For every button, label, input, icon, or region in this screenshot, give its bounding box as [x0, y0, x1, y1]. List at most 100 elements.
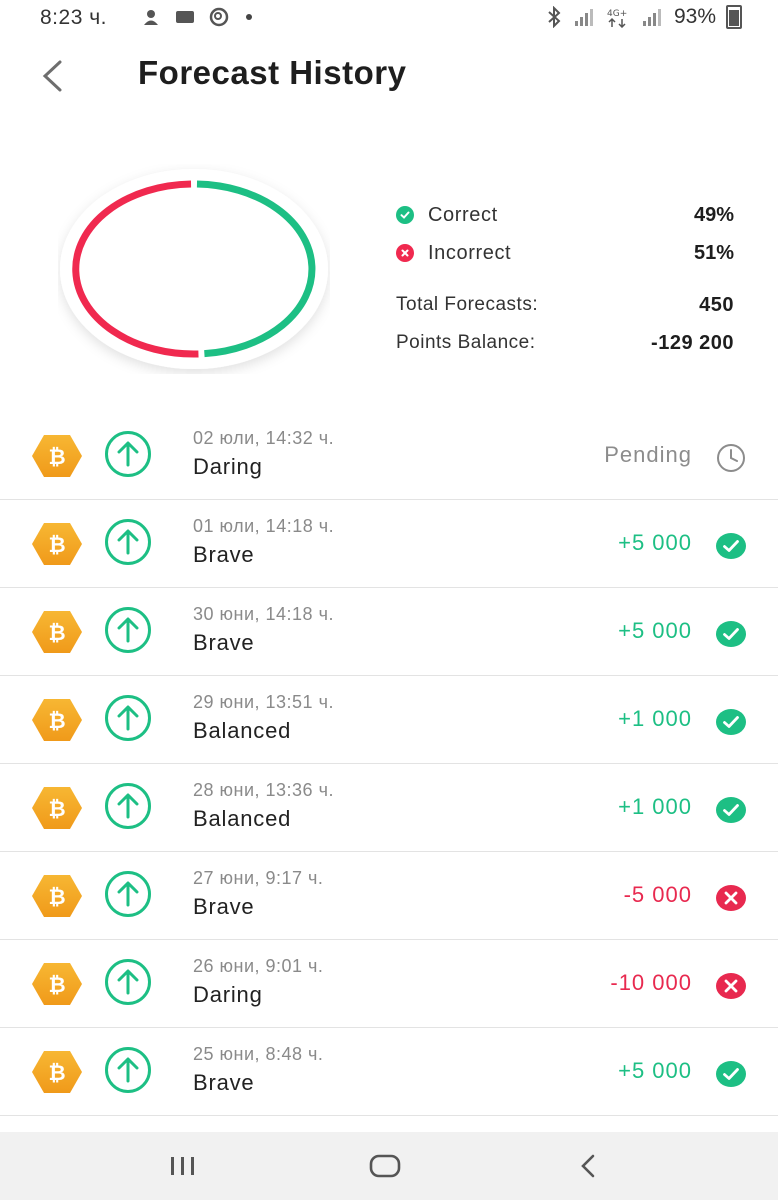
forecast-date: 02 юли, 14:32 ч. [193, 428, 335, 448]
forecast-level: Brave [193, 894, 255, 919]
app-header: Forecast History [0, 40, 778, 110]
battery-percent: 93% [673, 5, 716, 28]
forecast-date: 29 юни, 13:51 ч. [193, 692, 334, 712]
system-indicators: 4G+ 93% [544, 5, 742, 29]
total-forecasts-label: Total Forecasts: [396, 294, 539, 315]
legend-correct-value: 49% [693, 203, 734, 226]
back-arrow-icon [581, 1154, 595, 1178]
back-button[interactable] [30, 54, 74, 98]
forecast-date: 01 юли, 14:18 ч. [193, 516, 335, 536]
system-back-button[interactable] [568, 1148, 608, 1184]
forecast-summary: Correct 49% Incorrect 51% Total Forecast… [396, 196, 734, 362]
bluetooth-icon [548, 6, 561, 28]
forecast-date: 30 юни, 14:18 ч. [193, 604, 334, 624]
arrow-up-icon [105, 695, 151, 741]
svg-text:₿: ₿ [48, 797, 65, 821]
forecast-amount: +5 000 [618, 618, 692, 643]
check-circle-icon [716, 1061, 746, 1087]
bitcoin-coin-icon: ₿ [32, 435, 82, 477]
status-bar: 8:23 ч. 4G+ 93% [0, 0, 778, 36]
svg-text:₿: ₿ [48, 621, 65, 645]
forecast-amount: -5 000 [623, 882, 692, 907]
notification-search-icon [209, 7, 229, 27]
system-navigation-bar [0, 1132, 778, 1200]
forecast-row[interactable]: ₿ 26 юни, 9:01 ч. Daring -10 000 [0, 940, 778, 1028]
forecast-level: Brave [193, 1070, 255, 1095]
total-forecasts-row: Total Forecasts: 450 [396, 286, 734, 324]
legend-incorrect-label: Incorrect [428, 241, 512, 264]
points-balance-row: Points Balance: -129 200 [396, 324, 734, 362]
check-circle-icon [716, 797, 746, 823]
x-circle-icon [716, 973, 746, 999]
more-notifications-dot [246, 14, 252, 20]
forecast-amount: +1 000 [618, 706, 692, 731]
accuracy-donut-chart [58, 164, 330, 374]
check-circle-icon [396, 206, 414, 224]
forecast-row[interactable]: ₿ 02 юли, 14:32 ч. Daring Pending [0, 412, 778, 500]
points-balance-value: -129 200 [651, 331, 734, 354]
arrow-up-icon [105, 959, 151, 1005]
svg-text:₿: ₿ [48, 1061, 65, 1085]
signal-icon [574, 9, 593, 26]
forecast-amount: +1 000 [618, 794, 692, 819]
notification-icons [140, 6, 252, 28]
forecast-level: Brave [193, 542, 255, 567]
check-circle-icon [716, 533, 746, 559]
recent-apps-button[interactable] [163, 1148, 203, 1184]
legend-incorrect: Incorrect 51% [396, 234, 734, 272]
forecast-row[interactable]: ₿ 29 юни, 13:51 ч. Balanced +1 000 [0, 676, 778, 764]
forecast-date: 28 юни, 13:36 ч. [193, 780, 334, 800]
page-title: Forecast History [138, 54, 407, 91]
arrow-up-icon [105, 519, 151, 565]
bitcoin-coin-icon: ₿ [32, 1051, 82, 1093]
forecast-row[interactable]: ₿ 01 юли, 14:18 ч. Brave +5 000 [0, 500, 778, 588]
battery-icon [726, 5, 742, 29]
home-icon [369, 1154, 401, 1178]
chevron-left-icon [42, 60, 62, 92]
status-time: 8:23 ч. [40, 6, 107, 29]
forecast-level: Daring [193, 454, 263, 479]
x-circle-icon [396, 244, 414, 262]
signal-2-icon [642, 9, 661, 26]
donut-shadow [60, 169, 328, 369]
notification-app-icon [144, 10, 158, 25]
bitcoin-coin-icon: ₿ [32, 699, 82, 741]
forecast-amount: -10 000 [610, 970, 692, 995]
svg-text:₿: ₿ [48, 445, 65, 469]
forecast-row[interactable]: ₿ 30 юни, 14:18 ч. Brave +5 000 [0, 588, 778, 676]
forecast-list: ₿ 02 юли, 14:32 ч. Daring Pending ₿ 01 юли… [0, 412, 778, 1156]
network-4g-icon: 4G+ [607, 9, 627, 28]
forecast-level: Daring [193, 982, 263, 1007]
bitcoin-coin-icon: ₿ [32, 963, 82, 1005]
points-balance-label: Points Balance: [396, 332, 536, 353]
check-circle-icon [716, 709, 746, 735]
legend-incorrect-value: 51% [693, 241, 734, 264]
svg-text:₿: ₿ [48, 885, 65, 909]
arrow-up-icon [105, 431, 151, 477]
forecast-date: 27 юни, 9:17 ч. [193, 868, 324, 888]
arrow-up-icon [105, 1047, 151, 1093]
arrow-up-icon [105, 783, 151, 829]
forecast-level: Balanced [193, 806, 292, 831]
arrow-up-icon [105, 607, 151, 653]
notification-viber-icon [176, 11, 194, 23]
forecast-level: Brave [193, 630, 255, 655]
arrow-up-icon [105, 871, 151, 917]
forecast-row[interactable]: ₿ 27 юни, 9:17 ч. Brave -5 000 [0, 852, 778, 940]
forecast-amount: +5 000 [618, 1058, 692, 1083]
legend-correct-label: Correct [428, 203, 498, 226]
legend-correct: Correct 49% [396, 196, 734, 234]
bitcoin-coin-icon: ₿ [32, 875, 82, 917]
recent-apps-icon [171, 1157, 194, 1175]
bitcoin-coin-icon: ₿ [32, 523, 82, 565]
forecast-level: Balanced [193, 718, 292, 743]
forecast-row[interactable]: ₿ 28 юни, 13:36 ч. Balanced +1 000 [0, 764, 778, 852]
forecast-amount: +5 000 [618, 530, 692, 555]
forecast-row[interactable]: ₿ 25 юни, 8:48 ч. Brave +5 000 [0, 1028, 778, 1116]
bitcoin-coin-icon: ₿ [32, 611, 82, 653]
home-button[interactable] [365, 1148, 405, 1184]
check-circle-icon [716, 621, 746, 647]
bitcoin-coin-icon: ₿ [32, 787, 82, 829]
svg-text:4G+: 4G+ [607, 9, 627, 19]
forecast-amount: Pending [604, 442, 692, 467]
